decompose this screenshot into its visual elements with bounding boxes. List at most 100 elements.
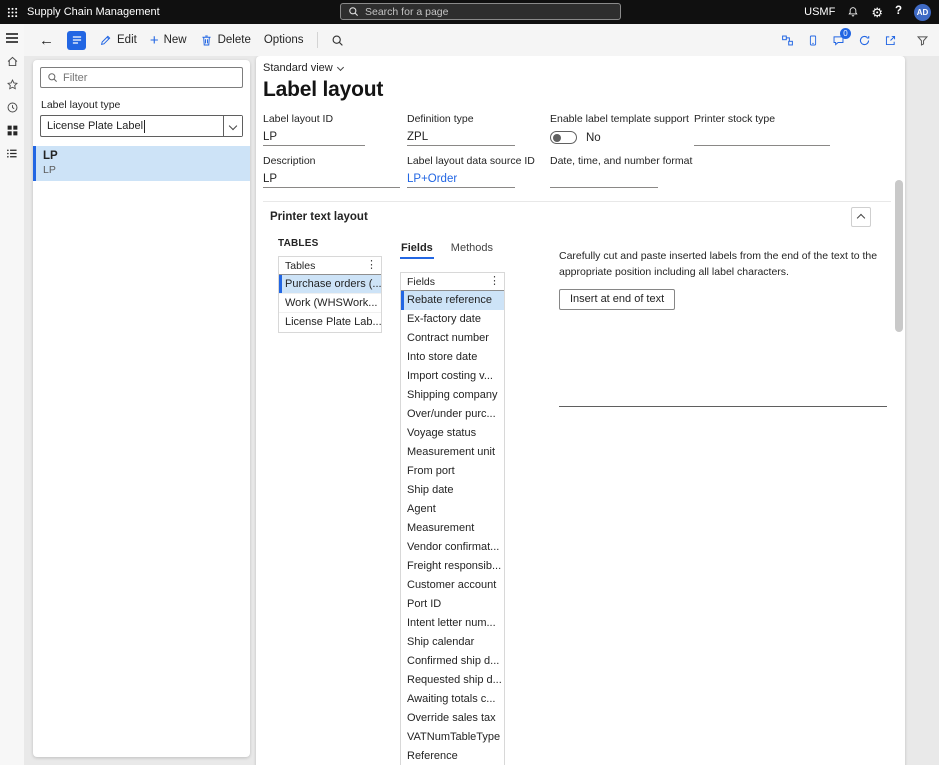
table-row[interactable]: License Plate Lab... [279,313,381,332]
field-row[interactable]: Customer account [401,576,504,595]
field-row[interactable]: Rebate reference [401,291,504,310]
app-launcher-waffle-icon[interactable] [7,7,18,18]
field-definition-type: Definition type ZPL [407,113,550,146]
field-label: Enable label template support [550,113,694,125]
dropdown-button[interactable] [223,116,242,136]
nav-pane-toggle-button[interactable] [67,31,86,50]
view-selector[interactable]: Standard view [263,62,343,74]
field-row[interactable]: Vendor confirmat... [401,538,504,557]
top-navigation-bar: Supply Chain Management USMF ⚙ ? AD [0,0,939,24]
global-search-input[interactable] [365,6,613,18]
datetime-format-input[interactable] [550,171,658,188]
field-row[interactable]: Contract number [401,329,504,348]
scrollbar-thumb[interactable] [895,180,903,332]
field-label: Definition type [407,113,550,125]
field-row[interactable]: Into store date [401,348,504,367]
settings-gear-icon[interactable]: ⚙ [871,6,883,19]
field-row[interactable]: Ship date [401,481,504,500]
list-item[interactable]: LP LP [33,146,250,181]
recent-clock-icon[interactable] [4,100,20,114]
definition-type-input[interactable]: ZPL [407,129,515,146]
kebab-menu-icon[interactable]: ⋮ [366,260,377,271]
layout-type-dropdown[interactable]: License Plate Label [40,115,243,137]
field-datetime-format: Date, time, and number format [550,155,694,188]
modules-icon[interactable] [4,123,20,137]
edit-label: Edit [117,34,137,46]
field-row[interactable]: Confirmed ship d... [401,652,504,671]
view-selector-label: Standard view [263,62,333,74]
collapse-section-button[interactable] [851,207,871,227]
field-row[interactable]: Intent letter num... [401,614,504,633]
insert-at-end-button[interactable]: Insert at end of text [559,289,675,310]
field-row[interactable]: Ship calendar [401,633,504,652]
description-input[interactable]: LP [263,171,400,188]
favorites-star-icon[interactable] [4,77,20,91]
field-row[interactable]: Port ID [401,595,504,614]
field-row[interactable]: Agent [401,500,504,519]
table-row[interactable]: Work (WHSWork... [279,294,381,313]
tables-grid: Tables ⋮ Purchase orders (... Work (WHSW… [278,256,382,333]
command-bar-left: ← Edit + New Delete Options [24,31,344,50]
delete-button[interactable]: Delete [200,34,251,47]
data-source-id-link[interactable]: LP+Order [407,171,515,188]
editor-column: Carefully cut and paste inserted labels … [559,236,887,407]
layout-text-area[interactable] [559,406,887,407]
field-row[interactable]: Import costing v... [401,367,504,386]
edit-button[interactable]: Edit [99,34,137,47]
printer-stock-type-input[interactable] [694,129,830,146]
field-data-source-id: Label layout data source ID LP+Order [407,155,550,188]
field-row[interactable]: VATNumTableType [401,728,504,747]
printer-text-layout-section-header[interactable]: Printer text layout [263,201,891,231]
hamburger-menu-icon[interactable] [4,31,20,45]
field-row[interactable]: Shipping company [401,386,504,405]
open-in-new-window-icon[interactable] [884,34,897,47]
field-row[interactable]: Measurement [401,519,504,538]
table-row[interactable]: Purchase orders (... [279,275,381,294]
back-arrow-icon[interactable]: ← [39,33,54,48]
trash-icon [200,34,213,47]
chevron-up-icon [857,214,865,222]
label-layout-id-input[interactable]: LP [263,129,365,146]
refresh-icon[interactable] [858,34,871,47]
field-row[interactable]: Override sales tax [401,709,504,728]
command-search-icon[interactable] [331,34,344,47]
layout-type-label: Label layout type [41,99,242,111]
tab[interactable]: Methods [450,240,494,259]
navigation-pane-icon[interactable] [4,146,20,160]
field-row[interactable]: Ex-factory date [401,310,504,329]
field-row[interactable]: Requested ship d... [401,671,504,690]
toggle-switch[interactable] [550,131,577,144]
field-row[interactable]: Freight responsib... [401,557,504,576]
filter-funnel-icon[interactable] [916,34,929,47]
tables-caption: TABLES [278,238,382,249]
filter-box[interactable] [40,67,243,88]
field-row[interactable]: Over/under purc... [401,405,504,424]
device-preview-icon[interactable] [807,34,819,47]
help-icon[interactable]: ? [895,6,902,18]
field-row[interactable]: Reference [401,747,504,765]
kebab-menu-icon[interactable]: ⋮ [489,276,500,287]
options-label: Options [264,34,304,46]
field-row[interactable]: Voyage status [401,424,504,443]
new-button[interactable]: + New [150,33,187,48]
messages-icon[interactable]: 0 [832,34,845,47]
vertical-scrollbar [895,58,903,765]
toggle-state-label: No [586,132,601,144]
global-search-box[interactable] [340,3,621,20]
field-row[interactable]: Measurement unit [401,443,504,462]
home-icon[interactable] [4,54,20,68]
options-button[interactable]: Options [264,34,304,46]
flow-designer-icon[interactable] [781,34,794,47]
company-picker[interactable]: USMF [804,6,835,18]
record-selector-panel: Label layout type License Plate Label LP… [33,60,250,757]
tab[interactable]: Fields [400,240,434,259]
field-row[interactable]: Awaiting totals c... [401,690,504,709]
chevron-down-icon [229,122,237,130]
field-label: Printer stock type [694,113,891,125]
field-row[interactable]: From port [401,462,504,481]
filter-input[interactable] [63,72,236,84]
user-avatar[interactable]: AD [914,4,931,21]
notifications-bell-icon[interactable] [847,6,859,18]
fields-rows: Rebate reference Ex-factory date Contrac… [401,291,504,765]
tab-label: Fields [401,242,433,254]
